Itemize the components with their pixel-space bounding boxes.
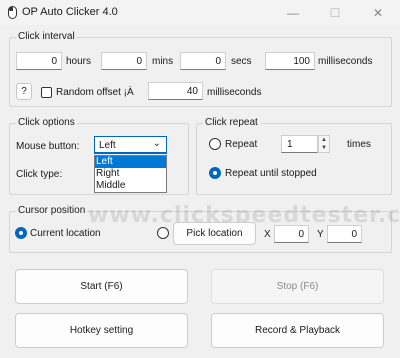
dropdown-option-middle[interactable]: Middle <box>95 180 166 192</box>
spin-down-icon[interactable]: ▼ <box>319 144 329 152</box>
mouse-button-dropdown[interactable]: Left Right Middle <box>94 155 167 193</box>
mouse-icon <box>8 6 17 19</box>
mouse-button-label: Mouse button: <box>16 141 80 152</box>
cursor-position-label: Cursor position <box>16 205 88 216</box>
mins-unit-label: mins <box>152 56 174 67</box>
repeat-until-stopped-label: Repeat until stopped <box>225 168 317 179</box>
title-bar: OP Auto Clicker 4.0 — ☐ ✕ <box>0 0 400 25</box>
mouse-button-select[interactable]: Left ⌄ <box>94 136 167 154</box>
click-interval-label: Click interval <box>16 31 77 42</box>
pick-location-radio[interactable] <box>157 227 169 239</box>
mouse-button-selected-value: Left <box>99 140 116 151</box>
milliseconds-unit-label: milliseconds <box>318 56 373 67</box>
hours-input[interactable]: 0 <box>16 52 62 70</box>
spin-up-icon[interactable]: ▲ <box>319 136 329 144</box>
window-title: OP Auto Clicker 4.0 <box>22 6 118 18</box>
x-label: X <box>264 229 271 240</box>
milliseconds-input[interactable]: 100 <box>265 52 315 70</box>
minimize-icon: — <box>287 5 299 20</box>
repeat-spinner[interactable]: ▲ ▼ <box>318 135 330 153</box>
dropdown-option-left[interactable]: Left <box>95 156 166 168</box>
y-label: Y <box>317 229 324 240</box>
current-location-radio[interactable] <box>15 227 27 239</box>
repeat-radio[interactable] <box>209 138 221 150</box>
record-playback-button[interactable]: Record & Playback <box>211 313 384 348</box>
secs-unit-label: secs <box>231 56 252 67</box>
repeat-count-input[interactable]: 1 <box>281 135 318 153</box>
stop-button[interactable]: Stop (F6) <box>211 269 384 304</box>
hotkey-setting-button[interactable]: Hotkey setting <box>15 313 188 348</box>
random-offset-checkbox[interactable] <box>41 87 52 98</box>
repeat-count-value: 1 <box>287 139 293 150</box>
close-icon: ✕ <box>372 5 384 20</box>
chevron-down-icon: ⌄ <box>152 138 161 149</box>
dropdown-option-right[interactable]: Right <box>95 168 166 180</box>
maximize-icon: ☐ <box>329 5 341 20</box>
minimize-button[interactable]: — <box>271 0 315 25</box>
pick-location-button[interactable]: Pick location <box>173 222 256 245</box>
random-offset-input[interactable]: 40 <box>148 82 203 100</box>
click-type-label: Click type: <box>16 169 63 180</box>
random-offset-unit-label: milliseconds <box>207 87 262 98</box>
mins-input[interactable]: 0 <box>101 52 147 70</box>
close-button[interactable]: ✕ <box>356 0 400 25</box>
click-options-label: Click options <box>16 117 77 128</box>
click-repeat-label: Click repeat <box>203 117 260 128</box>
y-input[interactable]: 0 <box>327 225 362 243</box>
repeat-until-stopped-radio[interactable] <box>209 167 221 179</box>
repeat-label: Repeat <box>225 139 258 150</box>
click-repeat-group: Click repeat <box>196 117 392 195</box>
hours-unit-label: hours <box>66 56 92 67</box>
current-location-label: Current location <box>30 228 101 239</box>
maximize-button[interactable]: ☐ <box>313 0 357 25</box>
start-button[interactable]: Start (F6) <box>15 269 188 304</box>
times-label: times <box>347 139 371 150</box>
random-offset-label: Random offset ¡À <box>56 87 134 98</box>
x-input[interactable]: 0 <box>274 225 309 243</box>
help-button[interactable]: ? <box>16 83 32 100</box>
secs-input[interactable]: 0 <box>180 52 226 70</box>
